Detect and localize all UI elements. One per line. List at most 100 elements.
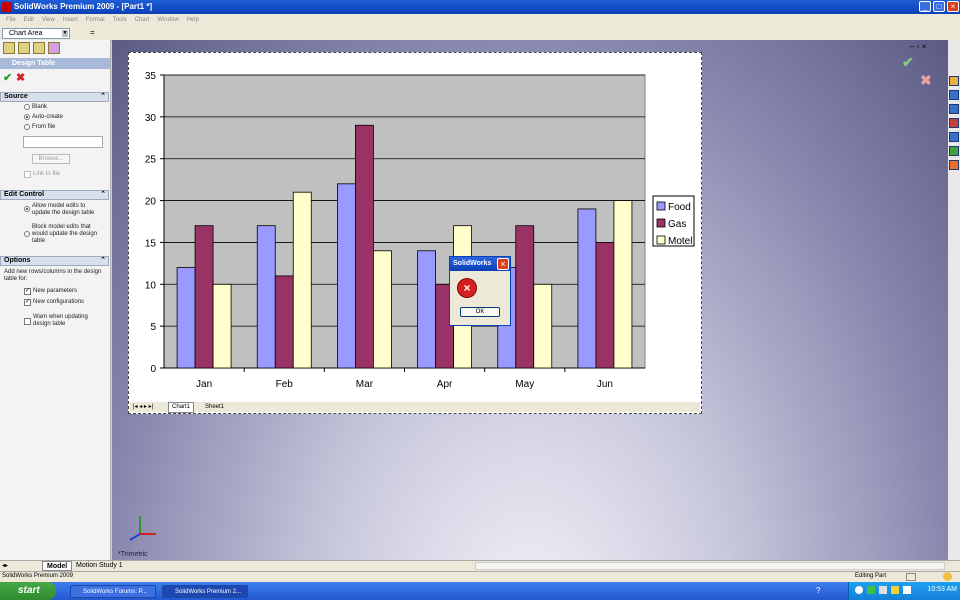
link-to-file-label: Link to file bbox=[33, 171, 61, 177]
tab-model[interactable]: Model bbox=[42, 561, 73, 571]
view-palette-icon[interactable] bbox=[949, 132, 959, 142]
help-icon[interactable] bbox=[943, 572, 952, 581]
sheet-scroll-arrows[interactable]: |◂ ◂ ▸ ▸| bbox=[130, 402, 156, 412]
radio-auto-create-label: Auto-create bbox=[32, 114, 64, 120]
options-header-label: Options bbox=[4, 257, 31, 264]
warn-when-updating-label: Warn when updating design table bbox=[33, 314, 88, 327]
edit-control-header-label: Edit Control bbox=[4, 191, 45, 198]
x-tick-label: Jan bbox=[196, 379, 212, 390]
tray-icon[interactable] bbox=[891, 586, 899, 594]
menu-window[interactable]: Window bbox=[157, 14, 178, 26]
y-tick-label: 15 bbox=[145, 238, 157, 249]
options-section-header[interactable]: Options ⌃ bbox=[0, 256, 109, 266]
x-tick-label: Feb bbox=[276, 379, 294, 390]
menu-tools[interactable]: Tools bbox=[113, 14, 127, 26]
edit-control-section-header[interactable]: Edit Control ⌃ bbox=[0, 190, 109, 200]
chevron-down-icon[interactable]: ▼ bbox=[62, 30, 68, 37]
menu-format[interactable]: Format bbox=[86, 14, 105, 26]
menu-chart[interactable]: Chart bbox=[135, 14, 150, 26]
dialog-ok-button[interactable]: OK bbox=[460, 307, 500, 317]
bar-gas bbox=[515, 225, 535, 369]
new-configurations-checkbox[interactable]: ✓ bbox=[24, 299, 31, 306]
bar-food bbox=[176, 267, 196, 369]
property-manager-icon[interactable] bbox=[18, 42, 30, 54]
tray-icon[interactable] bbox=[879, 586, 887, 594]
maximize-button[interactable]: □ bbox=[933, 1, 945, 12]
menu-view[interactable]: View bbox=[42, 14, 55, 26]
source-header-label: Source bbox=[4, 93, 28, 100]
name-box[interactable]: Chart Area ▼ bbox=[2, 28, 70, 39]
dialog-close-button[interactable]: × bbox=[497, 258, 509, 270]
x-tick-label: Jun bbox=[597, 379, 613, 390]
design-library-icon[interactable] bbox=[949, 90, 959, 100]
menu-edit[interactable]: Edit bbox=[24, 14, 34, 26]
ok-check-icon[interactable]: ✔ bbox=[3, 71, 12, 84]
feature-manager-icon[interactable] bbox=[3, 42, 15, 54]
start-button[interactable]: start bbox=[0, 582, 56, 600]
menu-help[interactable]: Help bbox=[187, 14, 199, 26]
confirm-check-icon[interactable]: ✔ bbox=[902, 54, 914, 71]
file-explorer-icon[interactable] bbox=[949, 104, 959, 114]
name-box-value: Chart Area bbox=[9, 30, 43, 37]
bar-food bbox=[337, 183, 356, 369]
formula-equals: = bbox=[90, 28, 95, 37]
y-tick-label: 35 bbox=[145, 71, 157, 82]
tab-sheet1[interactable]: Sheet1 bbox=[202, 402, 227, 412]
bar-motel bbox=[212, 283, 232, 369]
search-icon[interactable] bbox=[949, 118, 959, 128]
cancel-x-icon[interactable]: ✖ bbox=[16, 71, 25, 84]
close-button[interactable]: × bbox=[947, 1, 959, 12]
error-dialog: SolidWorks × × OK bbox=[449, 256, 511, 326]
bar-gas bbox=[274, 275, 294, 369]
tab-motion-study-1[interactable]: Motion Study 1 bbox=[72, 561, 127, 571]
radio-blank[interactable] bbox=[24, 104, 30, 110]
radio-from-file-label: From file bbox=[32, 124, 56, 130]
file-path-field[interactable] bbox=[23, 136, 103, 148]
bar-motel bbox=[613, 200, 633, 369]
appearances-icon[interactable] bbox=[949, 146, 959, 156]
window-title-bar[interactable]: SolidWorks Premium 2009 - [Part1 *] _ □ … bbox=[0, 0, 960, 14]
sheet-tab-bar: |◂ ◂ ▸ ▸| Chart1 Sheet1 bbox=[130, 402, 700, 413]
tab-chart1[interactable]: Chart1 bbox=[168, 402, 195, 413]
solidworks-logo-icon bbox=[2, 2, 12, 12]
dim-xpert-icon[interactable] bbox=[48, 42, 60, 54]
tray-icon[interactable] bbox=[867, 586, 875, 594]
radio-from-file[interactable] bbox=[24, 124, 30, 130]
block-model-edits-label: Block model edits that would update the … bbox=[32, 224, 98, 244]
collapse-chevron-icon[interactable]: ⌃ bbox=[100, 93, 106, 101]
new-configurations-label: New configurations bbox=[33, 299, 85, 305]
task-pane-strip bbox=[948, 40, 960, 560]
taskbar-item-forums[interactable]: SolidWorks Forums: P... bbox=[70, 585, 156, 598]
browse-button[interactable]: Browse... bbox=[32, 154, 70, 164]
radio-block-model-edits[interactable] bbox=[24, 231, 30, 237]
viewport-window-controls[interactable]: – ▫ × bbox=[910, 42, 926, 51]
allow-model-edits-label: Allow model edits to update the design t… bbox=[32, 203, 95, 216]
configuration-manager-icon[interactable] bbox=[33, 42, 45, 54]
cancel-x-icon[interactable]: ✖ bbox=[920, 72, 932, 89]
link-to-file-checkbox[interactable] bbox=[24, 171, 31, 178]
panel-title-label: Design Table bbox=[12, 60, 56, 67]
embedded-chart-window[interactable]: 0 5 10 15 20 25 30 35 Jan Feb Mar Apr May Jun Food Gas M… bbox=[128, 52, 702, 414]
status-icon[interactable] bbox=[906, 573, 916, 581]
radio-allow-model-edits[interactable] bbox=[24, 206, 30, 212]
new-parameters-checkbox[interactable]: ✓ bbox=[24, 288, 31, 295]
tab-scroll-arrows[interactable]: ◂▸ bbox=[2, 562, 8, 569]
tray-icon[interactable] bbox=[855, 586, 863, 594]
collapse-chevron-icon[interactable]: ⌃ bbox=[100, 191, 106, 199]
volume-icon[interactable] bbox=[903, 586, 911, 594]
y-tick-label: 25 bbox=[145, 155, 157, 166]
minimize-button[interactable]: _ bbox=[919, 1, 931, 12]
radio-auto-create[interactable] bbox=[24, 114, 30, 120]
source-section-header[interactable]: Source ⌃ bbox=[0, 92, 109, 102]
menu-insert[interactable]: Insert bbox=[63, 14, 78, 26]
tray-help-icon[interactable]: ? bbox=[816, 586, 820, 595]
bar-chart[interactable]: 0 5 10 15 20 25 30 35 Jan Feb Mar Apr May Jun Food Gas M… bbox=[129, 53, 701, 403]
horizontal-scrollbar[interactable] bbox=[475, 562, 945, 570]
legend-swatch-gas bbox=[656, 218, 666, 228]
collapse-chevron-icon[interactable]: ⌃ bbox=[100, 257, 106, 265]
warn-when-updating-checkbox[interactable] bbox=[24, 318, 31, 325]
home-icon[interactable] bbox=[949, 76, 959, 86]
custom-properties-icon[interactable] bbox=[949, 160, 959, 170]
taskbar-item-solidworks[interactable]: SolidWorks Premium 2... bbox=[162, 585, 248, 598]
menu-file[interactable]: File bbox=[6, 14, 16, 26]
